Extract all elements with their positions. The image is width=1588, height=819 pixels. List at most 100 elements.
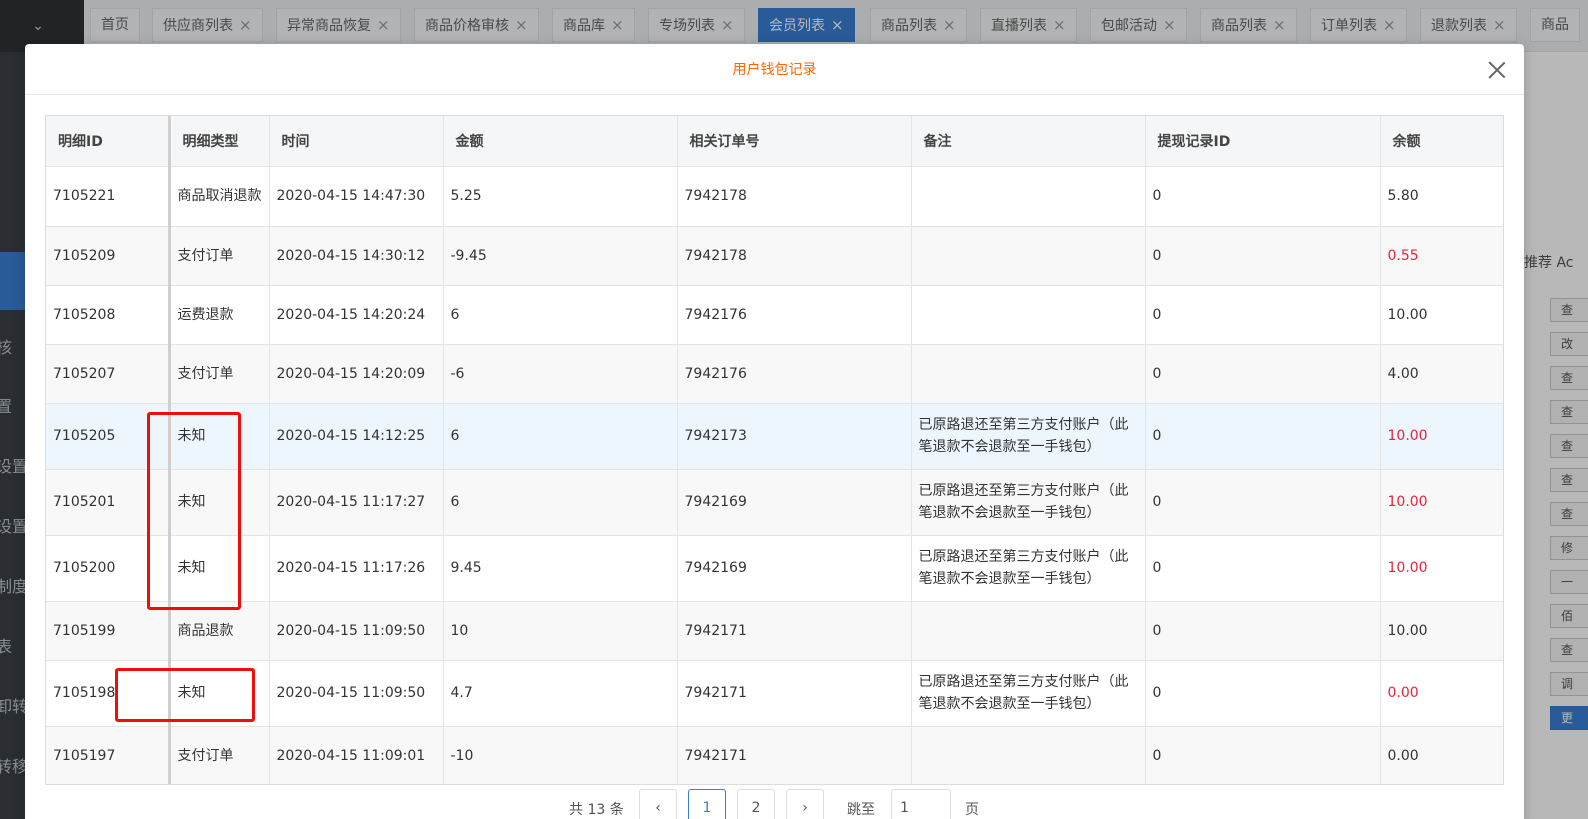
cell-detail-type: 运费退款 bbox=[169, 285, 270, 345]
cell-order-number: 7942169 bbox=[677, 535, 912, 602]
cell-detail-type: 商品取消退款 bbox=[169, 166, 270, 227]
table-row[interactable]: 7105205 未知 2020-04-15 14:12:25 6 7942173 已原路退… bbox=[46, 403, 1503, 470]
cell-balance: 10.00 bbox=[1380, 403, 1503, 470]
cell-time: 2020-04-15 11:17:27 bbox=[269, 469, 444, 536]
cell-remark bbox=[911, 344, 1146, 404]
cell-time: 2020-04-15 14:30:12 bbox=[269, 226, 444, 286]
cell-time: 2020-04-15 14:47:30 bbox=[269, 166, 444, 227]
page-suffix: 页 bbox=[965, 802, 979, 818]
cell-balance: 10.00 bbox=[1380, 469, 1503, 536]
cell-balance: 5.80 bbox=[1380, 166, 1503, 227]
cell-remark: 已原路退还至第三方支付账户（此笔退款不会退款至一手钱包） bbox=[911, 535, 1146, 602]
cell-amount: 6 bbox=[443, 285, 678, 345]
cell-order-number: 7942171 bbox=[677, 660, 912, 727]
cell-remark: 已原路退还至第三方支付账户（此笔退款不会退款至一手钱包） bbox=[911, 403, 1146, 470]
table-row[interactable]: 7105201 未知 2020-04-15 11:17:27 6 7942169 已原路退… bbox=[46, 469, 1503, 536]
cell-detail-type: 未知 bbox=[169, 469, 270, 536]
column-header[interactable]: 明细类型 bbox=[169, 116, 270, 167]
cell-withdraw-id: 0 bbox=[1145, 726, 1381, 784]
column-header[interactable]: 余额 bbox=[1380, 116, 1503, 167]
cell-amount: -10 bbox=[443, 726, 678, 784]
column-header[interactable]: 相关订单号 bbox=[677, 116, 912, 167]
table-row[interactable]: 7105199 商品退款 2020-04-15 11:09:50 10 7942171 0… bbox=[46, 601, 1503, 661]
table-row[interactable]: 7105200 未知 2020-04-15 11:17:26 9.45 7942169 已… bbox=[46, 535, 1503, 602]
page-button-1[interactable]: 1 bbox=[688, 789, 726, 819]
page-button-2[interactable]: 2 bbox=[737, 789, 775, 819]
table-row[interactable]: 7105197 支付订单 2020-04-15 11:09:01 -10 7942171… bbox=[46, 726, 1503, 784]
cell-amount: 10 bbox=[443, 601, 678, 661]
cell-amount: 4.7 bbox=[443, 660, 678, 727]
cell-detail-type: 支付订单 bbox=[169, 726, 270, 784]
cell-detail-id: 7105208 bbox=[46, 285, 171, 345]
cell-detail-id: 7105221 bbox=[46, 166, 171, 227]
cell-remark bbox=[911, 726, 1146, 784]
cell-remark bbox=[911, 226, 1146, 286]
column-header[interactable]: 明细ID bbox=[46, 116, 171, 167]
cell-balance: 10.00 bbox=[1380, 535, 1503, 602]
cell-detail-type: 商品退款 bbox=[169, 601, 270, 661]
cell-amount: 5.25 bbox=[443, 166, 678, 227]
cell-detail-id: 7105200 bbox=[46, 535, 171, 602]
cell-detail-type: 未知 bbox=[169, 660, 270, 727]
cell-amount: 9.45 bbox=[443, 535, 678, 602]
cell-time: 2020-04-15 11:09:50 bbox=[269, 601, 444, 661]
cell-order-number: 7942171 bbox=[677, 601, 912, 661]
cell-time: 2020-04-15 14:12:25 bbox=[269, 403, 444, 470]
cell-remark: 已原路退还至第三方支付账户（此笔退款不会退款至一手钱包） bbox=[911, 660, 1146, 727]
table-row[interactable]: 7105207 支付订单 2020-04-15 14:20:09 -6 7942176 0… bbox=[46, 344, 1503, 404]
column-header[interactable]: 金额 bbox=[443, 116, 678, 167]
table-row[interactable]: 7105208 运费退款 2020-04-15 14:20:24 6 7942176 0 1… bbox=[46, 285, 1503, 345]
cell-balance: 4.00 bbox=[1380, 344, 1503, 404]
cell-balance: 0.55 bbox=[1380, 226, 1503, 286]
cell-remark bbox=[911, 601, 1146, 661]
cell-remark bbox=[911, 285, 1146, 345]
cell-detail-id: 7105199 bbox=[46, 601, 171, 661]
cell-amount: -6 bbox=[443, 344, 678, 404]
pagination: 共 13 条 ‹ 1 2 › 跳至 1 页 bbox=[565, 789, 1065, 819]
next-page-button[interactable]: › bbox=[786, 789, 824, 819]
cell-amount: -9.45 bbox=[443, 226, 678, 286]
cell-balance: 0.00 bbox=[1380, 660, 1503, 727]
cell-withdraw-id: 0 bbox=[1145, 660, 1381, 727]
cell-detail-id: 7105207 bbox=[46, 344, 171, 404]
cell-detail-id: 7105197 bbox=[46, 726, 171, 784]
cell-order-number: 7942176 bbox=[677, 344, 912, 404]
cell-detail-type: 支付订单 bbox=[169, 344, 270, 404]
wallet-record-modal: 用户钱包记录 明细ID 明细类型 时间 金额 相关订单号 备注 提现记录ID 余… bbox=[25, 44, 1524, 819]
close-icon[interactable] bbox=[1488, 61, 1506, 79]
cell-detail-type: 未知 bbox=[169, 403, 270, 470]
cell-remark bbox=[911, 166, 1146, 227]
cell-remark: 已原路退还至第三方支付账户（此笔退款不会退款至一手钱包） bbox=[911, 469, 1146, 536]
cell-amount: 6 bbox=[443, 403, 678, 470]
cell-order-number: 7942178 bbox=[677, 226, 912, 286]
cell-withdraw-id: 0 bbox=[1145, 601, 1381, 661]
prev-page-button[interactable]: ‹ bbox=[639, 789, 677, 819]
column-header[interactable]: 备注 bbox=[911, 116, 1146, 167]
cell-time: 2020-04-15 14:20:24 bbox=[269, 285, 444, 345]
cell-detail-type: 未知 bbox=[169, 535, 270, 602]
cell-detail-id: 7105201 bbox=[46, 469, 171, 536]
goto-page-input[interactable]: 1 bbox=[891, 789, 951, 819]
cell-time: 2020-04-15 14:20:09 bbox=[269, 344, 444, 404]
wallet-record-table: 明细ID 明细类型 时间 金额 相关订单号 备注 提现记录ID 余额 71052… bbox=[45, 115, 1504, 785]
cell-order-number: 7942173 bbox=[677, 403, 912, 470]
cell-detail-id: 7105205 bbox=[46, 403, 171, 470]
cell-detail-id: 7105209 bbox=[46, 226, 171, 286]
table-row[interactable]: 7105209 支付订单 2020-04-15 14:30:12 -9.45 79421… bbox=[46, 226, 1503, 286]
table-row[interactable]: 7105198 未知 2020-04-15 11:09:50 4.7 7942171 已原… bbox=[46, 660, 1503, 727]
column-header[interactable]: 时间 bbox=[269, 116, 444, 167]
cell-withdraw-id: 0 bbox=[1145, 403, 1381, 470]
pagination-total: 共 13 条 bbox=[569, 802, 624, 818]
cell-detail-id: 7105198 bbox=[46, 660, 171, 727]
cell-order-number: 7942178 bbox=[677, 166, 912, 227]
cell-withdraw-id: 0 bbox=[1145, 469, 1381, 536]
cell-withdraw-id: 0 bbox=[1145, 226, 1381, 286]
cell-amount: 6 bbox=[443, 469, 678, 536]
cell-balance: 10.00 bbox=[1380, 601, 1503, 661]
cell-withdraw-id: 0 bbox=[1145, 285, 1381, 345]
column-header[interactable]: 提现记录ID bbox=[1145, 116, 1381, 167]
cell-withdraw-id: 0 bbox=[1145, 344, 1381, 404]
cell-order-number: 7942176 bbox=[677, 285, 912, 345]
table-row[interactable]: 7105221 商品取消退款 2020-04-15 14:47:30 5.25 7942… bbox=[46, 166, 1503, 227]
goto-label: 跳至 bbox=[847, 802, 875, 818]
